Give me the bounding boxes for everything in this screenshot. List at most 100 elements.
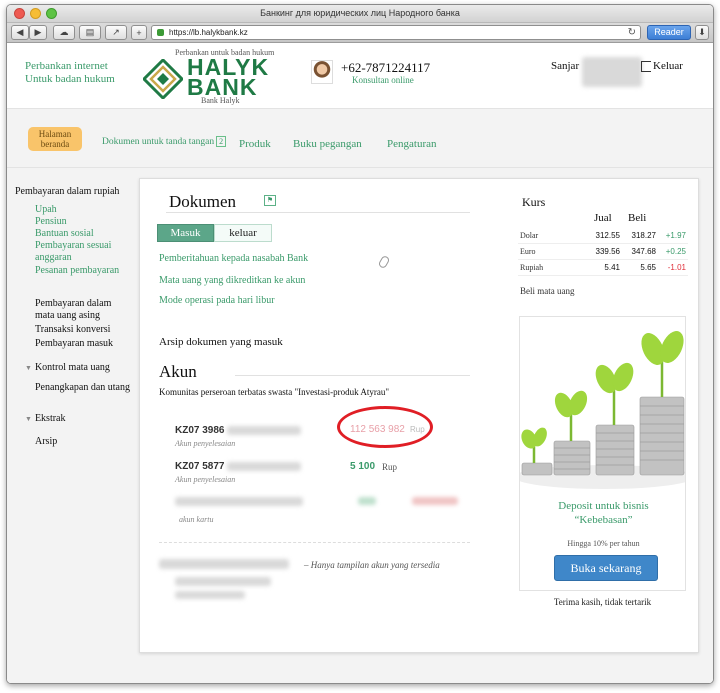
account-type: Akun penyelesaian xyxy=(175,439,236,448)
sidebar-item-incoming[interactable]: Pembayaran masuk xyxy=(35,338,113,350)
bookmarks-icon[interactable]: ▤ xyxy=(79,25,101,40)
address-text: https://lb.halykbank.kz xyxy=(169,28,248,37)
browser-window: Банкинг для юридических лиц Народного ба… xyxy=(6,4,714,684)
rate-row: Rupiah 5.41 5.65 -1.01 xyxy=(518,260,688,276)
secure-lock-icon xyxy=(157,29,164,36)
address-bar[interactable]: https://lb.halykbank.kz ↻ xyxy=(151,25,641,40)
share-icon[interactable]: ↗ xyxy=(105,25,127,40)
sidebar-currency-control[interactable]: ▼ Kontrol mata uang xyxy=(25,362,110,374)
promo-subtitle: Hingga 10% per tahun xyxy=(567,539,640,548)
logo-caption: Bank Halyk xyxy=(201,96,240,105)
legal-entities-link[interactable]: Untuk badan hukum xyxy=(25,73,115,86)
sidebar-item-conversion[interactable]: Transaksi konversi xyxy=(35,324,110,336)
forward-icon[interactable]: ▶ xyxy=(29,25,47,40)
sidebar-item-debt[interactable]: Penangkapan dan utang xyxy=(35,382,130,394)
title-bar: Банкинг для юридических лиц Народного ба… xyxy=(7,5,713,23)
nav-documents[interactable]: Dokumen untuk tanda tangan 2 xyxy=(102,136,227,147)
rate-currency: Rupiah xyxy=(520,263,544,272)
main-nav: Halaman beranda Dokumen untuk tanda tang… xyxy=(7,108,713,168)
documents-count-badge: 2 xyxy=(216,136,227,147)
promo-title-line1: Deposit untuk bisnis xyxy=(558,500,649,512)
highlight-ellipse xyxy=(337,406,433,448)
rate-sell: 339.56 xyxy=(595,247,620,256)
phone-number: +62-7871224117 xyxy=(341,60,431,75)
sidebar-rupiah-header[interactable]: Pembayaran dalam rupiah xyxy=(15,186,119,198)
rate-delta: +0.25 xyxy=(665,247,686,256)
rate-delta: -1.01 xyxy=(667,263,686,272)
tab-incoming[interactable]: Masuk xyxy=(157,224,214,242)
divider xyxy=(235,375,470,376)
account-balance xyxy=(358,497,376,508)
rates-col-buy: Beli xyxy=(628,212,647,224)
buy-currency-link[interactable]: Beli mata uang xyxy=(520,286,574,296)
reload-icon[interactable]: ↻ xyxy=(628,26,636,39)
nav-guide[interactable]: Buku pegangan xyxy=(293,138,362,150)
flag-icon[interactable]: ⚑ xyxy=(264,195,276,206)
doc-link-holiday[interactable]: Mode operasi pada hari libur xyxy=(159,295,275,306)
online-consultant-link[interactable]: Konsultan online xyxy=(352,75,414,85)
sidebar-item-payment-order[interactable]: Pesanan pembayaran xyxy=(35,265,119,277)
sidebar-item-social[interactable]: Bantuan sosial xyxy=(35,228,94,240)
sidebar-item-pension[interactable]: Pensiun xyxy=(35,216,67,228)
doc-link-notice[interactable]: Pemberitahuan kepada nasabah Bank xyxy=(159,253,308,264)
accounts-note: – Hanya tampilan akun yang tersedia xyxy=(304,560,440,570)
internet-banking-link[interactable]: Perbankan internet xyxy=(25,60,108,73)
tab-outgoing[interactable]: keluar xyxy=(214,224,272,242)
rate-sell: 5.41 xyxy=(604,263,620,272)
account-number[interactable]: KZ07 5877 xyxy=(175,461,302,472)
sidebar-statement-label: Ekstrak xyxy=(34,413,66,424)
redacted-block xyxy=(159,559,289,569)
sidebar-item-foreign-2[interactable]: mata uang asing xyxy=(35,310,100,322)
content-panel: Dokumen ⚑ Masuk keluar Pemberitahuan kep… xyxy=(139,178,699,653)
redacted-block xyxy=(227,461,302,471)
other-company xyxy=(159,559,289,572)
sidebar-item-salary[interactable]: Upah xyxy=(35,204,57,216)
user-name: Sanjar xyxy=(551,60,580,72)
doc-link-currency[interactable]: Mata uang yang dikreditkan ke akun xyxy=(159,275,305,286)
rate-currency: Dolar xyxy=(520,231,539,240)
icloud-icon[interactable]: ☁ xyxy=(53,25,75,40)
account-number[interactable]: KZ07 3986 xyxy=(175,425,302,436)
account-number-text: KZ07 3986 xyxy=(175,425,225,436)
redacted-block xyxy=(175,577,271,586)
incoming-archive-link[interactable]: Arsip dokumen yang masuk xyxy=(159,336,283,348)
account-number[interactable] xyxy=(175,497,303,509)
account-number-text: KZ07 5877 xyxy=(175,461,225,472)
logo-word-bank: BANK xyxy=(187,74,258,100)
sidebar-item-archive[interactable]: Arsip xyxy=(35,436,57,448)
downloads-icon[interactable]: ⬇ xyxy=(695,25,709,40)
divider xyxy=(159,542,470,543)
promo-title: Deposit untuk bisnis “Kebebasan” xyxy=(520,499,685,527)
open-deposit-button[interactable]: Buka sekarang xyxy=(554,555,658,581)
decline-promo-link[interactable]: Terima kasih, tidak tertarik xyxy=(519,597,686,607)
back-icon[interactable]: ◀ xyxy=(11,25,29,40)
rate-buy: 347.68 xyxy=(631,247,656,256)
divider xyxy=(166,212,470,213)
accounts-note-text: Hanya tampilan akun yang tersedia xyxy=(310,560,440,570)
sidebar-item-budget[interactable]: Pembayaran sesuai anggaran xyxy=(35,240,125,264)
redacted-block xyxy=(358,497,376,505)
window-title: Банкинг для юридических лиц Народного ба… xyxy=(260,8,460,18)
chevron-down-icon: ▼ xyxy=(25,364,32,372)
nav-home-button[interactable]: Halaman beranda xyxy=(28,127,82,151)
redacted-block xyxy=(412,497,458,505)
halyk-logo-icon[interactable] xyxy=(143,59,183,99)
new-tab-icon[interactable]: + xyxy=(131,25,147,40)
consultant-avatar[interactable] xyxy=(311,60,333,84)
logout-link[interactable]: Keluar xyxy=(653,60,683,72)
nav-settings[interactable]: Pengaturan xyxy=(387,138,436,150)
rates-col-sell: Jual xyxy=(594,212,612,224)
nav-products[interactable]: Produk xyxy=(239,138,271,150)
other-account[interactable] xyxy=(175,577,271,589)
redacted-block xyxy=(227,425,302,435)
sidebar-item-foreign-1[interactable]: Pembayaran dalam xyxy=(35,298,111,310)
other-account xyxy=(175,591,245,602)
deposit-promo: Deposit untuk bisnis “Kebebasan” Hingga … xyxy=(519,316,686,591)
sidebar-statement[interactable]: ▼ Ekstrak xyxy=(25,413,65,425)
documents-title: Dokumen xyxy=(169,192,237,211)
logout-icon[interactable] xyxy=(641,61,651,72)
browser-toolbar: ◀ ▶ ☁ ▤ ↗ + https://lb.halykbank.kz ↻ Re… xyxy=(7,23,713,43)
reader-button[interactable]: Reader xyxy=(647,25,691,40)
rate-delta: +1.97 xyxy=(665,231,686,240)
promo-title-line2: “Kebebasan” xyxy=(574,514,633,526)
